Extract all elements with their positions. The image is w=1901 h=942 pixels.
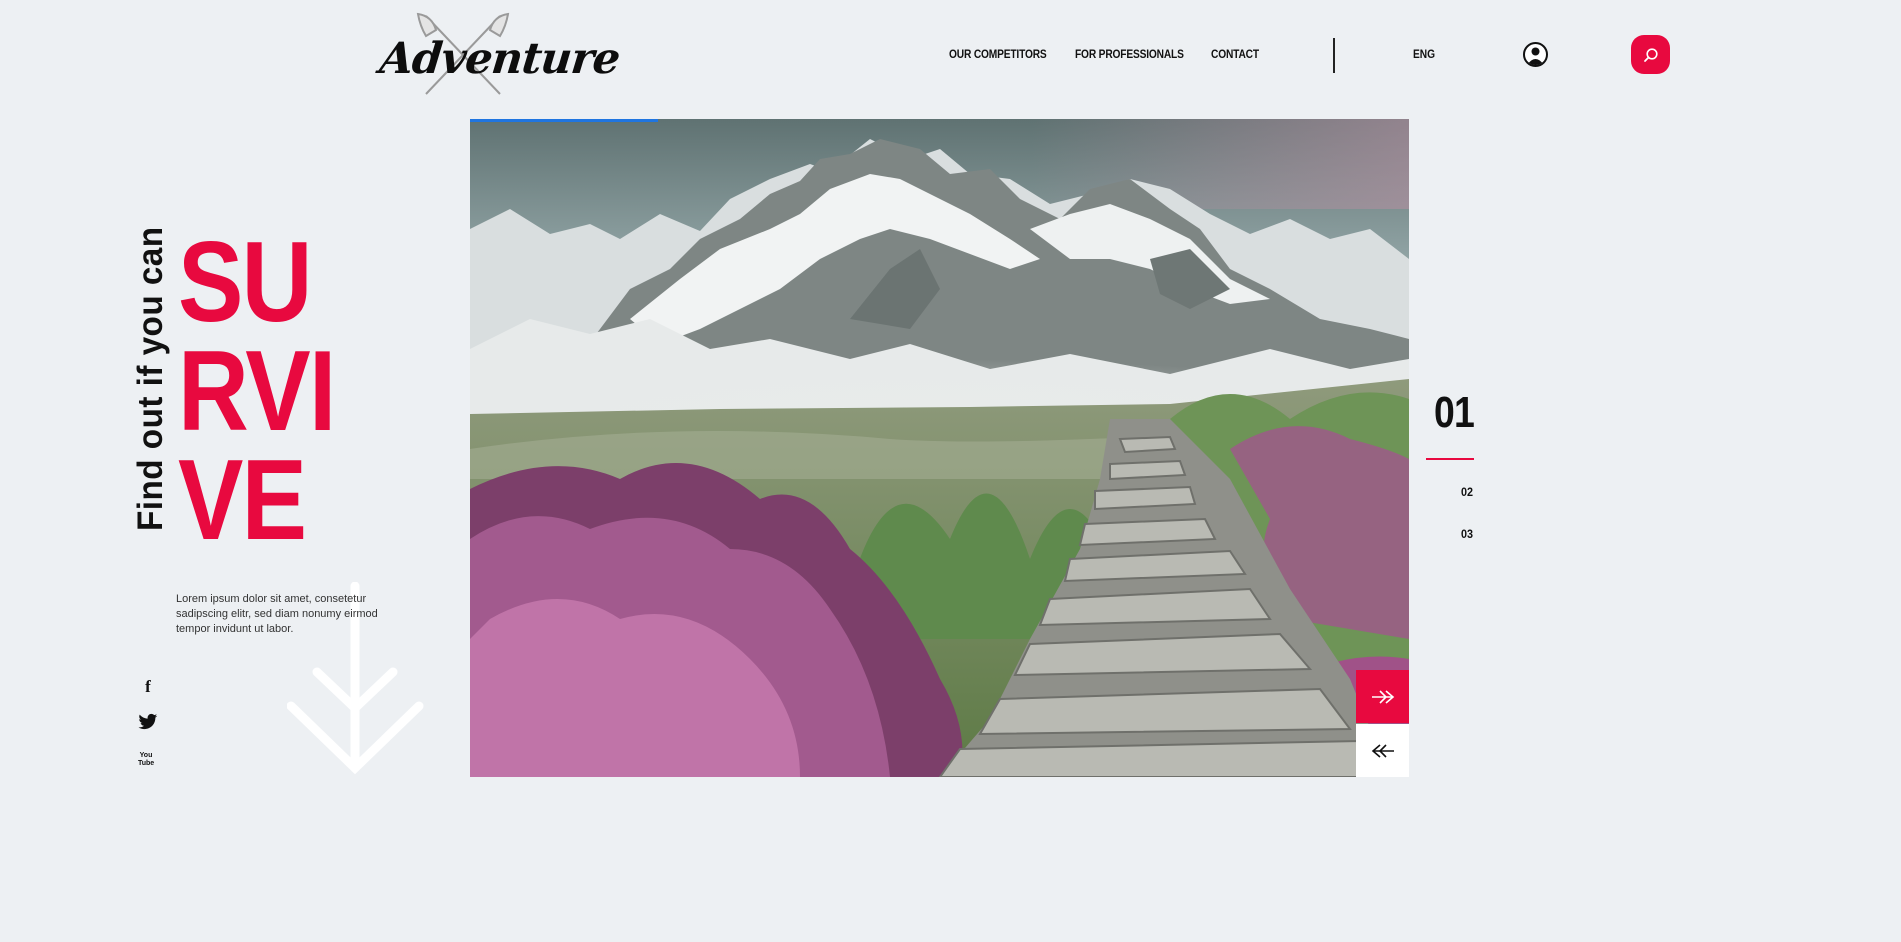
user-icon <box>1527 47 1544 65</box>
user-account-button[interactable] <box>1523 42 1548 67</box>
hero-intro-text: Lorem ipsum dolor sit amet, consetetur s… <box>176 593 378 635</box>
slide-indicator-line <box>1426 458 1474 460</box>
social-twitter[interactable] <box>138 713 158 736</box>
social-youtube[interactable]: You Tube <box>138 752 154 768</box>
logo[interactable]: Adventure <box>377 12 622 96</box>
previous-slide-button[interactable] <box>1356 724 1409 777</box>
headline-line: SU <box>178 219 312 346</box>
headline-line: VE <box>178 437 307 564</box>
slide-progress-bar <box>470 119 658 122</box>
headline-line: RVI <box>178 328 336 455</box>
next-slide-button[interactable] <box>1356 670 1409 723</box>
hero-tagline: Find out if you can <box>131 226 170 531</box>
search-button[interactable] <box>1631 35 1670 74</box>
nav-divider <box>1333 38 1335 73</box>
twitter-icon <box>138 713 158 730</box>
hero-headline: SU RVI VE <box>178 219 336 564</box>
facebook-icon: f <box>145 677 151 696</box>
mountain-landscape-image <box>470 119 1409 777</box>
arrow-left-icon <box>1371 743 1394 758</box>
search-icon <box>1643 47 1658 62</box>
nav-item-for-professionals[interactable]: FOR PROFESSIONALS <box>1075 47 1184 61</box>
language-selector[interactable]: ENG <box>1413 47 1435 61</box>
current-slide-number: 01 <box>1434 388 1475 437</box>
slide-number-item[interactable]: 03 <box>1461 527 1473 541</box>
nav-item-our-competitors[interactable]: OUR COMPETITORS <box>949 47 1047 61</box>
logo-text: Adventure <box>377 34 622 84</box>
nav-item-contact[interactable]: CONTACT <box>1211 47 1259 61</box>
slide-number-item[interactable]: 02 <box>1461 485 1473 499</box>
youtube-icon: You Tube <box>138 752 155 767</box>
hero-image <box>470 119 1409 777</box>
social-facebook[interactable]: f <box>138 677 158 697</box>
arrow-right-icon <box>1371 689 1394 704</box>
